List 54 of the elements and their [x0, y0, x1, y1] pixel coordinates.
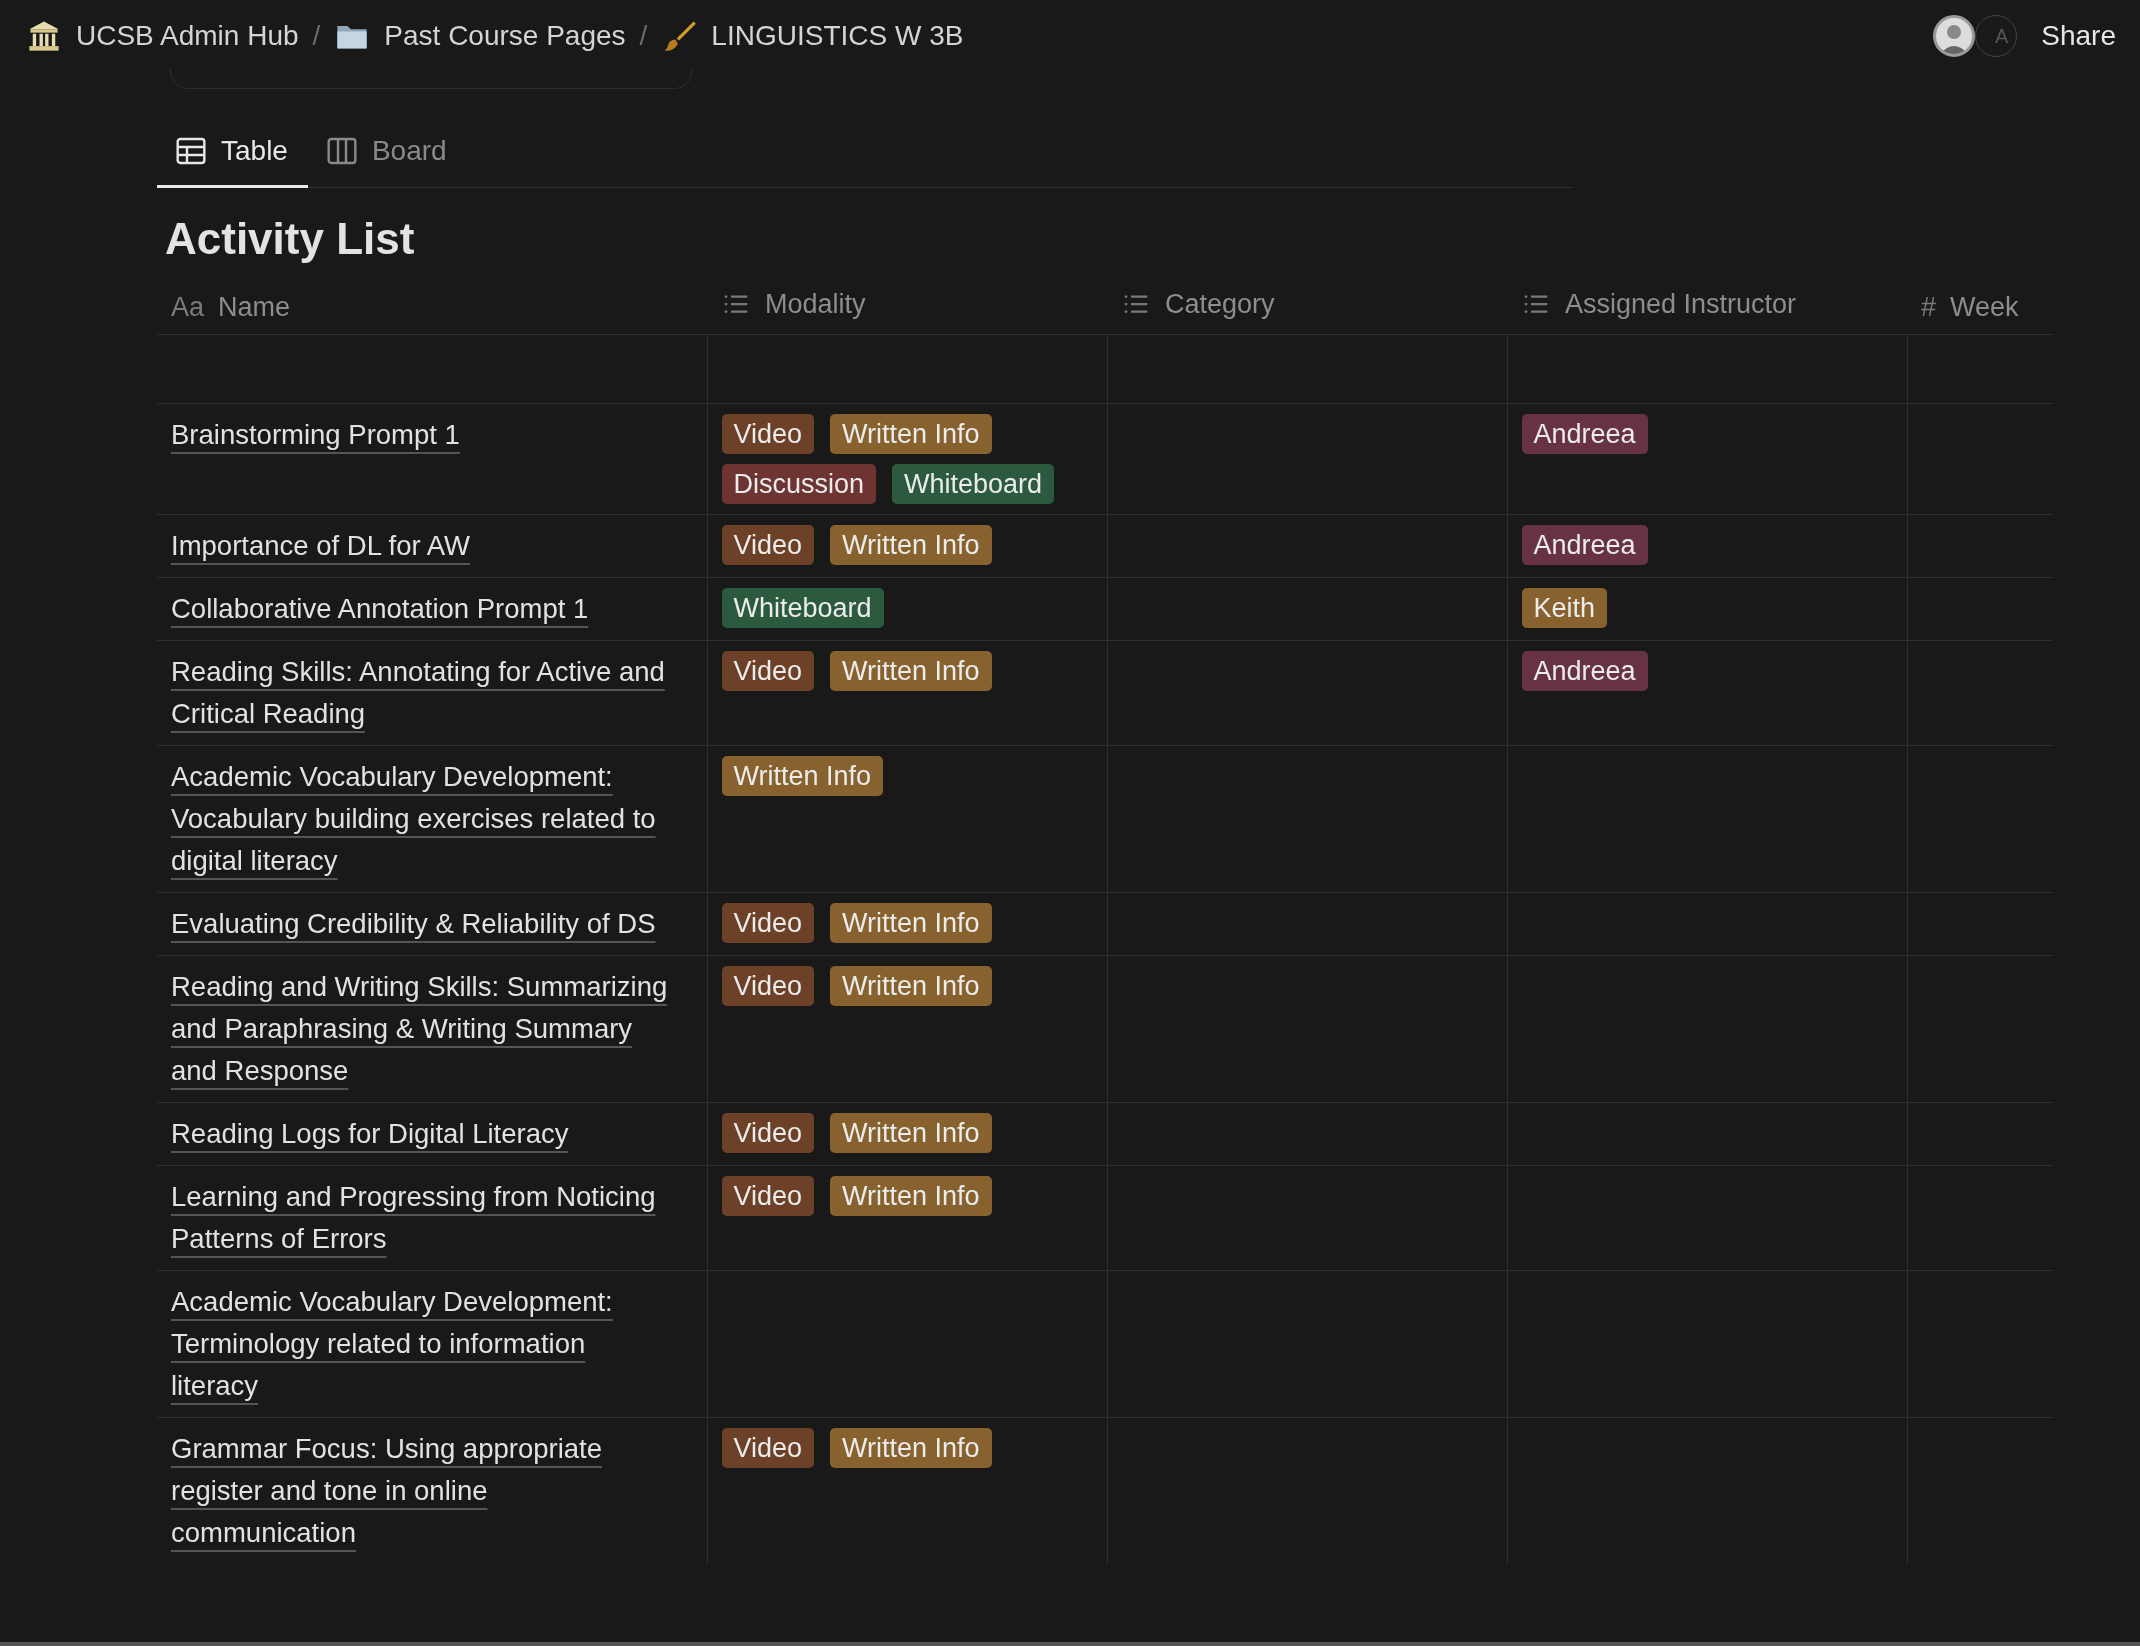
column-header[interactable]: Category — [1165, 288, 1275, 320]
column-header[interactable]: Week — [1950, 292, 2019, 323]
tag[interactable]: Written Info — [830, 1112, 992, 1153]
avatar[interactable] — [1933, 15, 1976, 57]
page-link[interactable]: Academic Vocabulary Development: Vocabulary building exercises related to digital literacy — [171, 755, 676, 882]
breadcrumb-separator: / — [312, 20, 321, 52]
page-link[interactable]: Evaluating Credibility & Reliability of DS — [171, 902, 656, 945]
tag[interactable]: Video — [721, 413, 815, 454]
tag[interactable]: Video — [721, 524, 815, 565]
tag[interactable]: Andreea — [1521, 650, 1648, 691]
view-tab[interactable]: Table — [157, 123, 308, 188]
column-header[interactable]: Assigned Instructor — [1565, 288, 1797, 320]
share-button[interactable]: Share — [2041, 20, 2116, 52]
tag[interactable]: Andreea — [1521, 524, 1648, 565]
tag[interactable]: Video — [721, 965, 815, 1006]
tag[interactable]: Video — [721, 1427, 815, 1468]
tag[interactable]: Video — [721, 650, 815, 691]
tag[interactable]: Written Info — [830, 413, 992, 454]
tag[interactable]: Whiteboard — [892, 463, 1055, 504]
breadcrumb-link[interactable]: LINGUISTICS W 3B — [711, 20, 964, 52]
database-title: Activity List — [165, 213, 416, 264]
page-link[interactable]: Grammar Focus: Using appropriate register and tone in online communication — [171, 1427, 676, 1554]
page-link[interactable]: Collaborative Annotation Prompt 1 — [171, 587, 589, 630]
tag[interactable]: Discussion — [721, 463, 877, 504]
page-link[interactable]: Brainstorming Prompt 1 — [171, 413, 460, 456]
column-header[interactable]: Modality — [765, 288, 866, 320]
tag[interactable]: Video — [721, 1112, 815, 1153]
tag[interactable]: Written Info — [830, 902, 992, 943]
tag[interactable]: Written Info — [830, 1427, 992, 1468]
page-link[interactable]: Learning and Progressing from Noticing Patterns of Errors — [171, 1175, 676, 1260]
tag[interactable]: Written Info — [830, 524, 992, 565]
page-link[interactable]: Academic Vocabulary Development: Terminology related to information literacy — [171, 1280, 676, 1407]
tag[interactable]: Written Info — [721, 755, 884, 796]
tag[interactable]: Written Info — [830, 965, 992, 1006]
breadcrumb-link[interactable]: Past Course Pages — [384, 20, 626, 52]
tag[interactable]: Video — [721, 902, 815, 943]
tag[interactable]: Keith — [1521, 587, 1608, 628]
property-type-icon: Aa — [171, 292, 205, 323]
column-header[interactable]: Name — [218, 292, 291, 323]
page-link[interactable]: Reading Logs for Digital Literacy — [171, 1112, 569, 1155]
breadcrumb-link[interactable]: UCSB Admin Hub — [76, 20, 299, 52]
page-link[interactable]: Importance of DL for AW — [171, 524, 471, 567]
board-icon — [325, 135, 358, 167]
tag[interactable]: Written Info — [830, 650, 992, 691]
table-icon — [175, 135, 207, 167]
breadcrumb-separator: / — [639, 20, 648, 52]
tag[interactable]: Written Info — [830, 1175, 992, 1216]
tag[interactable]: Video — [721, 1175, 815, 1216]
page-link[interactable]: Reading and Writing Skills: Summarizing and Paraphrasing & Writing Summary and Response — [171, 965, 676, 1092]
property-type-icon: # — [1921, 292, 1937, 323]
tag[interactable]: Whiteboard — [721, 587, 884, 628]
tag[interactable]: Andreea — [1521, 413, 1648, 454]
view-tab[interactable]: Board — [307, 123, 467, 188]
page-link[interactable]: Reading Skills: Annotating for Active and Critical Reading — [171, 650, 676, 735]
